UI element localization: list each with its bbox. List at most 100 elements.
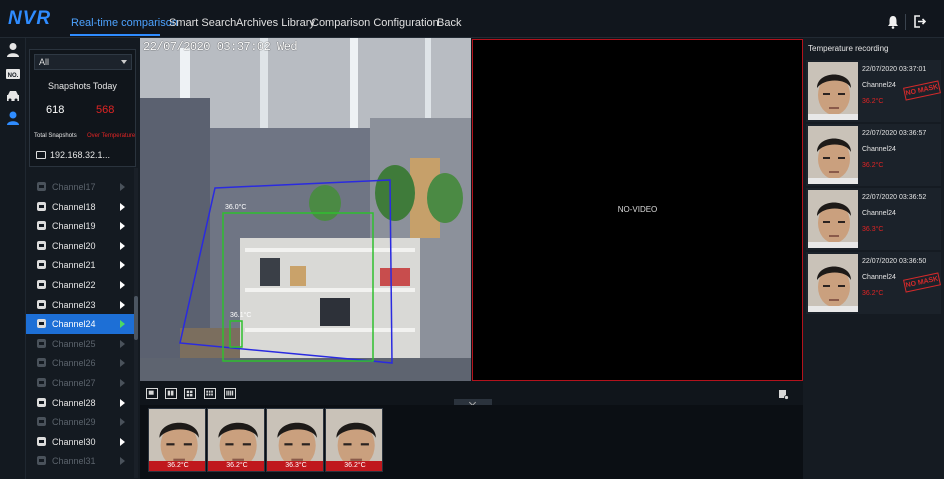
- device-node[interactable]: 192.168.32.1...: [36, 150, 110, 160]
- snapshots-today-title: Snapshots Today: [48, 81, 117, 91]
- bell-icon[interactable]: [887, 15, 899, 29]
- temperature-record[interactable]: 22/07/2020 03:36:57 Channel24 36.2°C: [806, 124, 941, 186]
- play-icon[interactable]: [120, 320, 125, 329]
- nav-archives-library[interactable]: Archives Library: [236, 17, 315, 29]
- channel-item[interactable]: Channel22: [26, 275, 134, 295]
- active-tab-indicator: [70, 34, 160, 36]
- play-icon[interactable]: [120, 202, 125, 211]
- chevron-down-icon: [121, 60, 127, 64]
- play-icon[interactable]: [120, 457, 125, 466]
- play-icon[interactable]: [120, 437, 125, 446]
- capture-thumbnail[interactable]: 36.2°C: [325, 408, 383, 472]
- layout-toolbar: [140, 381, 803, 406]
- camera-icon: [37, 456, 46, 466]
- camera-scene: [140, 38, 471, 381]
- channel-item[interactable]: Channel24: [26, 314, 134, 335]
- snapshot-settings-icon[interactable]: [778, 389, 789, 400]
- camera-icon: [37, 299, 46, 309]
- person-icon[interactable]: [5, 42, 21, 58]
- play-icon[interactable]: [120, 339, 125, 348]
- top-bar: NVR Real-time comparison Smart Search Ar…: [0, 0, 944, 38]
- play-icon[interactable]: [120, 222, 125, 231]
- nav-real-time-comparison[interactable]: Real-time comparison: [71, 17, 178, 29]
- camera-icon: [37, 417, 46, 427]
- channel-item[interactable]: Channel20: [26, 236, 134, 256]
- over-temperature-count: 568: [96, 104, 115, 116]
- record-temperature: 36.2°C: [862, 98, 884, 105]
- channel-label: Channel27: [52, 378, 96, 388]
- record-face: [808, 62, 858, 120]
- layout-9-icon[interactable]: [204, 388, 216, 399]
- face-thumbnail: [808, 190, 858, 248]
- camera-icon: [37, 397, 46, 407]
- channel-item[interactable]: Channel27: [26, 373, 134, 393]
- channel-item[interactable]: Channel17: [26, 177, 134, 197]
- face-thumbnail: [808, 62, 858, 120]
- device-icon: [36, 151, 46, 159]
- number-plate-icon[interactable]: NO.: [5, 66, 21, 82]
- channel-label: Channel21: [52, 260, 96, 271]
- layout-1-icon[interactable]: [146, 388, 158, 399]
- channel-list-scrollbar[interactable]: [134, 168, 138, 478]
- nvr-logo: NVR: [8, 8, 52, 29]
- device-label: 192.168.32.1...: [50, 150, 111, 160]
- total-snapshots-label: Total Snapshots: [34, 133, 77, 139]
- play-icon[interactable]: [120, 359, 125, 368]
- no-video-label: NO-VIDEO: [617, 205, 658, 214]
- camera-icon: [37, 260, 46, 270]
- nav-smart-search[interactable]: Smart Search: [169, 17, 236, 29]
- channel-item[interactable]: Channel28: [26, 393, 134, 413]
- play-icon[interactable]: [120, 300, 125, 309]
- channel-item[interactable]: Channel31: [26, 451, 134, 471]
- record-temperature: 36.2°C: [862, 290, 884, 297]
- capture-thumbnail[interactable]: 36.2°C: [207, 408, 265, 472]
- channel-item[interactable]: Channel18: [26, 197, 134, 217]
- layout-6-icon[interactable]: [184, 388, 196, 399]
- channel-label: Channel28: [52, 397, 96, 408]
- play-icon[interactable]: [120, 281, 125, 289]
- channel-item[interactable]: Channel23: [26, 295, 134, 315]
- live-view-pane-1[interactable]: 36.0°C 36.1°C: [140, 38, 471, 381]
- camera-icon: [37, 378, 46, 387]
- record-face: [808, 254, 858, 312]
- channel-item[interactable]: Channel25: [26, 334, 134, 354]
- channel-label: Channel24: [52, 319, 96, 330]
- channel-item[interactable]: Channel19: [26, 216, 134, 236]
- nav-back[interactable]: Back: [437, 17, 461, 29]
- play-icon[interactable]: [120, 418, 125, 427]
- scrollbar-thumb[interactable]: [134, 296, 138, 340]
- nav-comparison-configuration[interactable]: Comparison Configuration: [311, 17, 439, 29]
- play-icon[interactable]: [120, 241, 125, 250]
- temperature-record[interactable]: 22/07/2020 03:36:52 Channel24 36.3°C: [806, 188, 941, 250]
- detection-box-label: 36.0°C: [225, 204, 247, 211]
- capture-temperature: 36.2°C: [326, 461, 382, 471]
- no-mask-stamp: NO MASK: [903, 272, 941, 293]
- layout-4-icon[interactable]: [165, 388, 177, 399]
- channel-item[interactable]: Channel30: [26, 432, 134, 452]
- channel-label: Channel26: [52, 358, 96, 369]
- capture-temperature: 36.2°C: [208, 461, 264, 471]
- camera-icon: [37, 319, 46, 329]
- capture-thumbnail[interactable]: 36.3°C: [266, 408, 324, 472]
- live-view-pane-2[interactable]: NO-VIDEO: [472, 39, 803, 381]
- capture-thumbnail[interactable]: 36.2°C: [148, 408, 206, 472]
- capture-temperature: 36.2°C: [149, 461, 205, 471]
- vehicle-icon[interactable]: [5, 88, 21, 104]
- face-temperature-icon[interactable]: [5, 110, 21, 126]
- channel-item[interactable]: Channel29: [26, 412, 134, 432]
- camera-icon: [37, 338, 46, 348]
- channel-label: Channel19: [52, 221, 96, 232]
- channel-label: Channel30: [52, 436, 96, 447]
- channel-item[interactable]: Channel26: [26, 353, 134, 373]
- snapshot-filter-select[interactable]: All: [34, 54, 132, 70]
- filter-value: All: [39, 57, 50, 67]
- play-icon[interactable]: [120, 183, 125, 191]
- layout-16-icon[interactable]: [224, 388, 236, 399]
- logout-icon[interactable]: [913, 15, 926, 28]
- temperature-record[interactable]: 22/07/2020 03:36:50 Channel24 36.2°C NO MAS…: [806, 252, 941, 314]
- play-icon[interactable]: [120, 261, 125, 270]
- play-icon[interactable]: [120, 379, 125, 387]
- temperature-record[interactable]: 22/07/2020 03:37:01 Channel24 36.2°C NO MAS…: [806, 60, 941, 122]
- play-icon[interactable]: [120, 398, 125, 407]
- channel-item[interactable]: Channel21: [26, 255, 134, 275]
